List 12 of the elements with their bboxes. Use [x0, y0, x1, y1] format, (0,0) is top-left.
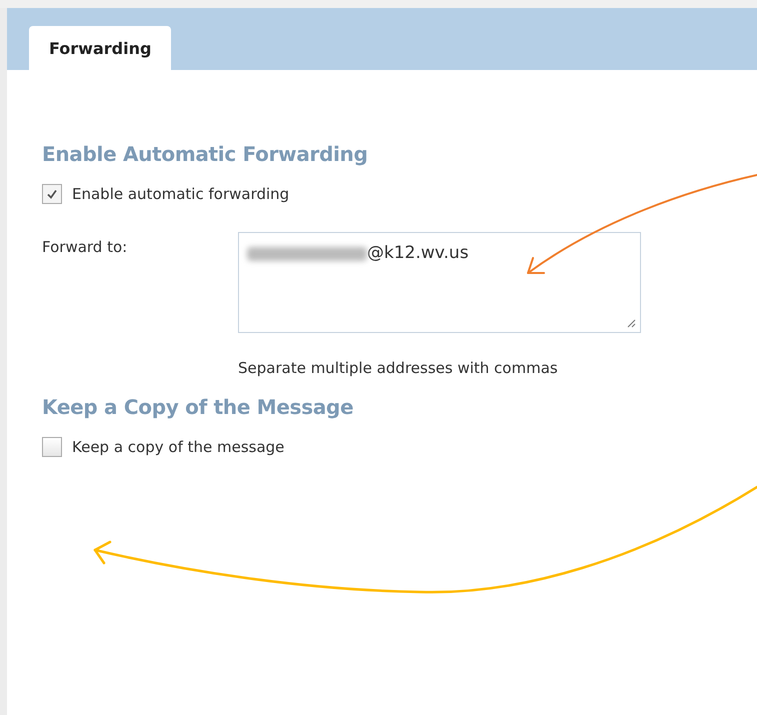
checkbox[interactable] [42, 184, 62, 204]
field-label: Forward to: [42, 237, 128, 258]
tab[interactable]: Forwarding [29, 26, 172, 70]
field-hint: Separate multiple addresses with commas [238, 359, 559, 377]
resize-grip-icon [626, 318, 636, 328]
section-heading: Enable Automatic Forwarding [42, 142, 369, 166]
section-heading: Keep a Copy of the Message [42, 395, 354, 419]
checkbox-label: Keep a copy of the message [72, 438, 284, 456]
checkbox-label: Enable automatic forwarding [72, 185, 290, 203]
checkmark-icon [46, 188, 58, 200]
checkbox[interactable] [42, 437, 62, 457]
email-field[interactable]: @k12.wv.us [238, 232, 641, 333]
